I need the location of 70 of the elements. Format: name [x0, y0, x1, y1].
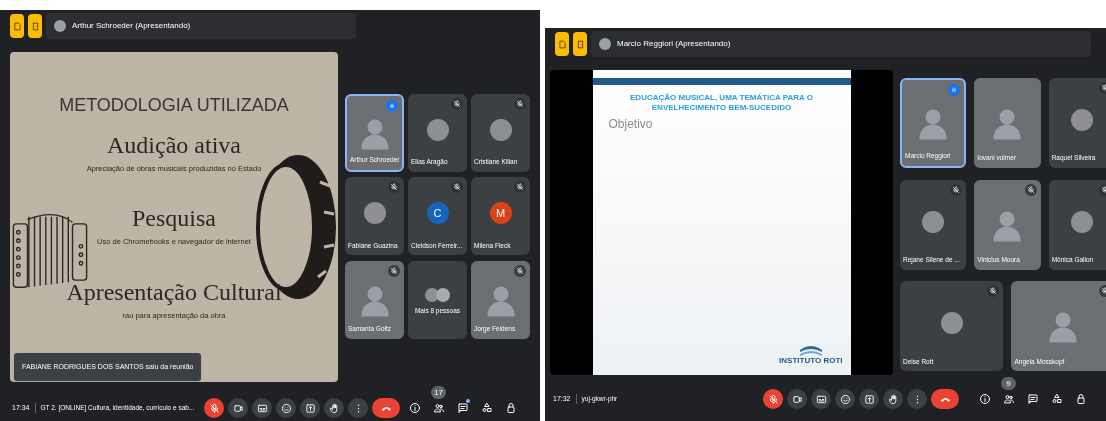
slide-heading: Pesquisa: [132, 204, 216, 233]
document-icon: [12, 21, 22, 31]
shapes-icon: [481, 402, 493, 414]
document-icon: [557, 39, 567, 49]
lock-icon: [505, 402, 517, 414]
avatar-letter: C: [426, 202, 449, 225]
shapes-button[interactable]: [1050, 392, 1064, 406]
microphone-button[interactable]: [763, 389, 783, 409]
shapes-button[interactable]: [480, 401, 494, 415]
present-screen-icon: [863, 393, 875, 405]
presenter-avatar: [599, 38, 611, 50]
captions-icon: [815, 393, 827, 405]
emoji-button[interactable]: [276, 398, 297, 418]
slide-heading: Audição ativa: [107, 131, 241, 159]
info-icon: [409, 402, 421, 414]
leave-button[interactable]: [372, 398, 401, 418]
camera-button[interactable]: [228, 398, 249, 418]
participant-count: 9: [1001, 377, 1016, 390]
emoji-button[interactable]: [835, 389, 855, 409]
hand-button[interactable]: [883, 389, 903, 409]
microphone-off-icon: [767, 393, 779, 405]
smiley-icon: [280, 402, 292, 414]
audio-wave-icon: [950, 86, 959, 94]
chat-icon: [457, 402, 469, 414]
chat-icon: [1027, 393, 1039, 405]
raised-hand-icon: [328, 402, 340, 414]
presenter-name: Arthur Schroeder (Apresentando): [72, 20, 191, 32]
slide-heading: Apresentação Cultural: [66, 277, 282, 306]
door-button[interactable]: [28, 14, 42, 38]
shapes-icon: [1051, 393, 1063, 405]
info-button[interactable]: [408, 401, 422, 415]
logo-icon: [797, 344, 824, 356]
info-icon: [979, 393, 991, 405]
leave-button[interactable]: [931, 389, 959, 409]
avatar-letter: M: [489, 202, 512, 225]
microphone-button[interactable]: [204, 398, 225, 418]
audio-wave-icon: [388, 102, 396, 110]
captions-icon: [256, 402, 268, 414]
door-icon: [575, 39, 585, 49]
raised-hand-icon: [887, 393, 899, 405]
present-button[interactable]: [300, 398, 321, 418]
camera-icon: [232, 402, 244, 414]
smiley-icon: [839, 393, 851, 405]
microphone-off-icon: [208, 402, 220, 414]
info-button[interactable]: [978, 392, 992, 406]
captions-button[interactable]: [252, 398, 273, 418]
notes-button[interactable]: [10, 14, 24, 38]
presenter-name: Marcio Reggiori (Apresentando): [617, 38, 731, 50]
people-icon: [1003, 393, 1015, 405]
chat-button[interactable]: [1026, 392, 1040, 406]
present-screen-icon: [304, 402, 316, 414]
slide-title: METODOLOGIA UTILIZADA: [59, 94, 289, 117]
camera-icon: [791, 393, 803, 405]
door-button[interactable]: [573, 32, 587, 56]
presenter-avatar: [54, 20, 66, 32]
lock-icon: [1075, 393, 1087, 405]
slide-title: EDUCAÇÃO MUSICAL, UMA TEMÁTICA PARA O ENVELHECIMENTO BEM-SUCEDIDO: [629, 93, 814, 113]
logo-text: INSTITUTO ROTI: [779, 356, 843, 365]
camera-button[interactable]: [787, 389, 807, 409]
participant-count: 17: [431, 386, 446, 399]
chat-button[interactable]: [456, 401, 470, 415]
notes-button[interactable]: [555, 32, 569, 56]
captions-button[interactable]: [811, 389, 831, 409]
people-icon: [433, 402, 445, 414]
door-icon: [30, 21, 40, 31]
hand-button[interactable]: [324, 398, 345, 418]
lock-button[interactable]: [1074, 392, 1088, 406]
slide-subtitle: Objetivo: [608, 116, 654, 133]
lock-button[interactable]: [504, 401, 518, 415]
present-button[interactable]: [859, 389, 879, 409]
